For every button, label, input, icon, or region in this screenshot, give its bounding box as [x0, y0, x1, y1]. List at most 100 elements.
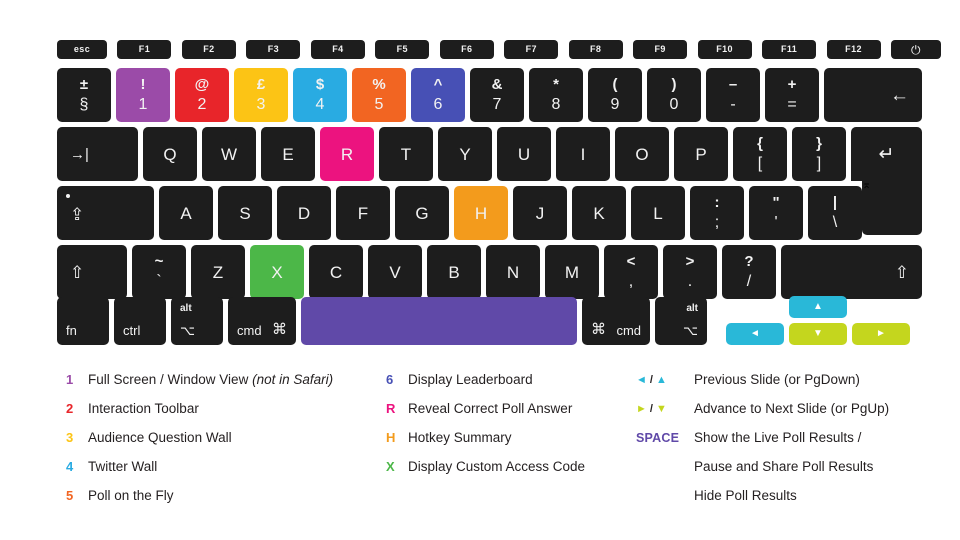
- key-e[interactable]: E: [261, 127, 315, 181]
- key-legend-stack: ± §: [80, 77, 89, 113]
- key-space[interactable]: [301, 297, 577, 345]
- key-label: M: [564, 262, 580, 282]
- key-period[interactable]: >.: [663, 245, 717, 299]
- key-return-lower[interactable]: ⌅: [862, 175, 922, 235]
- key-f12[interactable]: F12: [826, 40, 881, 59]
- key-semicolon[interactable]: :;: [690, 186, 744, 240]
- key-f8[interactable]: F8: [568, 40, 623, 59]
- key-x[interactable]: X: [250, 245, 304, 299]
- key-d[interactable]: D: [277, 186, 331, 240]
- legend-key-label: 6: [386, 372, 394, 387]
- key-b[interactable]: B: [427, 245, 481, 299]
- key-return[interactable]: ↵: [851, 127, 922, 181]
- key-a[interactable]: A: [159, 186, 213, 240]
- key-z[interactable]: Z: [191, 245, 245, 299]
- key-label: E: [282, 144, 294, 164]
- key-3[interactable]: £3: [234, 68, 288, 122]
- key-shift-left[interactable]: ⇧: [57, 245, 127, 299]
- key-bracket-right[interactable]: }]: [792, 127, 846, 181]
- key-9[interactable]: (9: [588, 68, 642, 122]
- key-arrow-down[interactable]: ▼: [789, 323, 847, 345]
- key-u[interactable]: U: [497, 127, 551, 181]
- key-f[interactable]: F: [336, 186, 390, 240]
- key-label: K: [593, 203, 605, 223]
- key-1[interactable]: ! 1: [116, 68, 170, 122]
- arrow-glyph-primary: ►: [636, 402, 648, 415]
- key-delete[interactable]: ←: [824, 68, 922, 122]
- key-comma[interactable]: <,: [604, 245, 658, 299]
- key-label: H: [474, 203, 488, 223]
- key-w[interactable]: W: [202, 127, 256, 181]
- key-7[interactable]: & 7: [470, 68, 524, 122]
- key-bracket-left[interactable]: {[: [733, 127, 787, 181]
- key-f2[interactable]: F2: [181, 40, 236, 59]
- key-o[interactable]: O: [615, 127, 669, 181]
- key-power[interactable]: ⏻: [891, 40, 941, 59]
- key-arrow-left[interactable]: ◄: [726, 323, 784, 345]
- key-m[interactable]: M: [545, 245, 599, 299]
- key-l[interactable]: L: [631, 186, 685, 240]
- key-i[interactable]: I: [556, 127, 610, 181]
- key-tilde[interactable]: ~ `: [132, 245, 186, 299]
- key-6[interactable]: ^ 6: [411, 68, 465, 122]
- key-tab[interactable]: →|: [57, 127, 138, 181]
- key-label: F2: [203, 44, 215, 54]
- key-f11[interactable]: F11: [762, 40, 817, 59]
- key-legend-stack: {[: [757, 136, 763, 172]
- key-f6[interactable]: F6: [439, 40, 494, 59]
- key-r[interactable]: R: [320, 127, 374, 181]
- key-section[interactable]: ± §: [57, 68, 111, 122]
- key-minus[interactable]: – -: [706, 68, 760, 122]
- key-label: ": [772, 194, 780, 211]
- key-label: §: [79, 96, 89, 113]
- key-c[interactable]: C: [309, 245, 363, 299]
- key-2[interactable]: @2: [175, 68, 229, 122]
- key-8[interactable]: * 8: [529, 68, 583, 122]
- key-label: F9: [654, 44, 666, 54]
- key-f1[interactable]: F1: [117, 40, 172, 59]
- key-4[interactable]: $4: [293, 68, 347, 122]
- key-label: ⌥: [180, 323, 195, 338]
- key-f3[interactable]: F3: [246, 40, 301, 59]
- key-y[interactable]: Y: [438, 127, 492, 181]
- keyboard-shortcut-diagram: esc F1 F2 F3 F4 F5 F6 F7 F8 F9 F10 F11 F12 ⏻ ± §! 1 @2 £3 $…: [0, 0, 960, 540]
- key-command-right[interactable]: ⌘ cmd: [582, 297, 650, 345]
- key-f7[interactable]: F7: [504, 40, 559, 59]
- key-quote[interactable]: " ': [749, 186, 803, 240]
- key-legend-stack: @2: [195, 77, 210, 113]
- key-f5[interactable]: F5: [375, 40, 430, 59]
- key-option-left[interactable]: alt ⌥: [171, 297, 223, 345]
- key-backslash[interactable]: | \: [808, 186, 862, 240]
- key-s[interactable]: S: [218, 186, 272, 240]
- legend-description-text: Audience Question Wall: [88, 430, 232, 445]
- key-h[interactable]: H: [454, 186, 508, 240]
- legend-description-text: Advance to Next Slide (or PgUp): [694, 401, 890, 416]
- key-fn[interactable]: fn: [57, 297, 109, 345]
- key-0[interactable]: ) 0: [647, 68, 701, 122]
- legend-description: Display Leaderboard: [408, 372, 533, 387]
- key-q[interactable]: Q: [143, 127, 197, 181]
- key-shift-right[interactable]: ⇧: [781, 245, 922, 299]
- key-command-left[interactable]: cmd ⌘: [228, 297, 296, 345]
- key-t[interactable]: T: [379, 127, 433, 181]
- key-arrow-up[interactable]: ▲: [789, 296, 847, 318]
- key-caps-lock[interactable]: ⇪: [57, 186, 154, 240]
- key-arrow-right[interactable]: ►: [852, 323, 910, 345]
- key-f4[interactable]: F4: [310, 40, 365, 59]
- key-v[interactable]: V: [368, 245, 422, 299]
- key-p[interactable]: P: [674, 127, 728, 181]
- key-5[interactable]: % 5: [352, 68, 406, 122]
- key-label: L: [653, 203, 663, 223]
- key-control[interactable]: ctrl: [114, 297, 166, 345]
- key-k[interactable]: K: [572, 186, 626, 240]
- key-esc[interactable]: esc: [57, 40, 107, 59]
- key-j[interactable]: J: [513, 186, 567, 240]
- key-g[interactable]: G: [395, 186, 449, 240]
- key-equals[interactable]: + =: [765, 68, 819, 122]
- key-f10[interactable]: F10: [697, 40, 752, 59]
- legend-column1: 1 Full Screen / Window View (not in Safar…: [66, 365, 333, 510]
- key-option-right[interactable]: alt ⌥: [655, 297, 707, 345]
- key-slash[interactable]: ? /: [722, 245, 776, 299]
- key-f9[interactable]: F9: [633, 40, 688, 59]
- key-n[interactable]: N: [486, 245, 540, 299]
